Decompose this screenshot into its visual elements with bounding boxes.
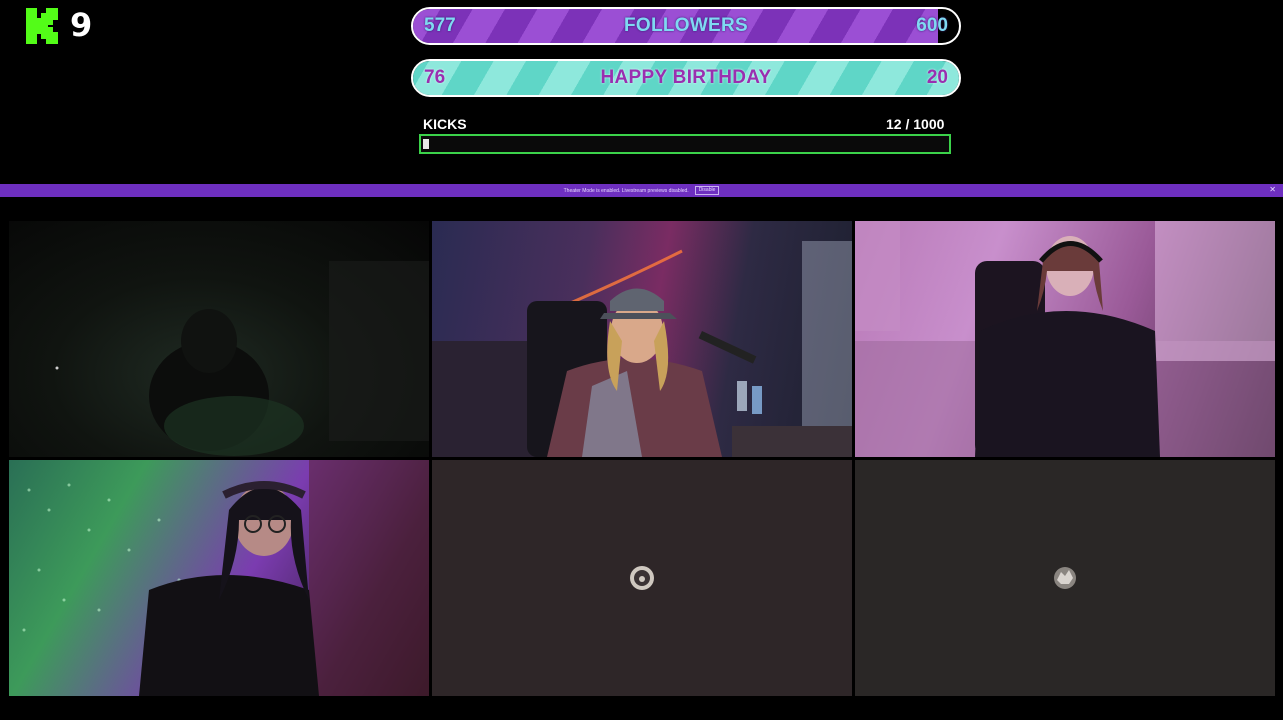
video-tile-2[interactable] <box>432 221 852 457</box>
banner-message: Theater Mode is enabled. Livestream prev… <box>563 187 689 194</box>
video-tile-4[interactable] <box>9 460 429 696</box>
followers-goal-bar: 577 FOLLOWERS 600 <box>411 7 961 45</box>
kicks-progress-fill <box>423 139 430 149</box>
video-feed-dark-room <box>55 261 429 456</box>
birthday-goal-title: HAPPY BIRTHDAY <box>600 67 772 88</box>
kicks-progress-bar <box>419 134 951 154</box>
followers-goal-title: FOLLOWERS <box>623 15 749 36</box>
followers-target: 600 <box>916 15 948 36</box>
birthday-goal-bar: 76 HAPPY BIRTHDAY 20 <box>411 59 961 97</box>
birthday-target: 20 <box>926 67 948 88</box>
logo-number: 9 <box>70 6 93 44</box>
theater-mode-banner: Theater Mode is enabled. Livestream prev… <box>0 184 1283 197</box>
camera-off-avatar-icon <box>1054 567 1076 589</box>
video-tile-1[interactable] <box>9 221 429 457</box>
kick-logo-icon <box>26 8 58 44</box>
video-tile-5[interactable] <box>432 460 852 696</box>
kicks-count: 12 / 1000 <box>886 116 945 132</box>
camera-off-avatar-icon <box>630 566 654 590</box>
banner-close-icon[interactable]: ✕ <box>1269 185 1276 194</box>
video-feed-streamer-headset <box>855 221 1275 457</box>
video-tile-3[interactable] <box>855 221 1275 457</box>
video-tile-6[interactable] <box>855 460 1275 696</box>
channel-logo: 9 <box>26 6 96 46</box>
kicks-label: KICKS <box>423 116 467 132</box>
video-feed-streamer-cap <box>432 241 852 457</box>
banner-disable-button[interactable]: Disable <box>694 186 720 195</box>
video-feed-streamer-glasses <box>22 460 429 696</box>
